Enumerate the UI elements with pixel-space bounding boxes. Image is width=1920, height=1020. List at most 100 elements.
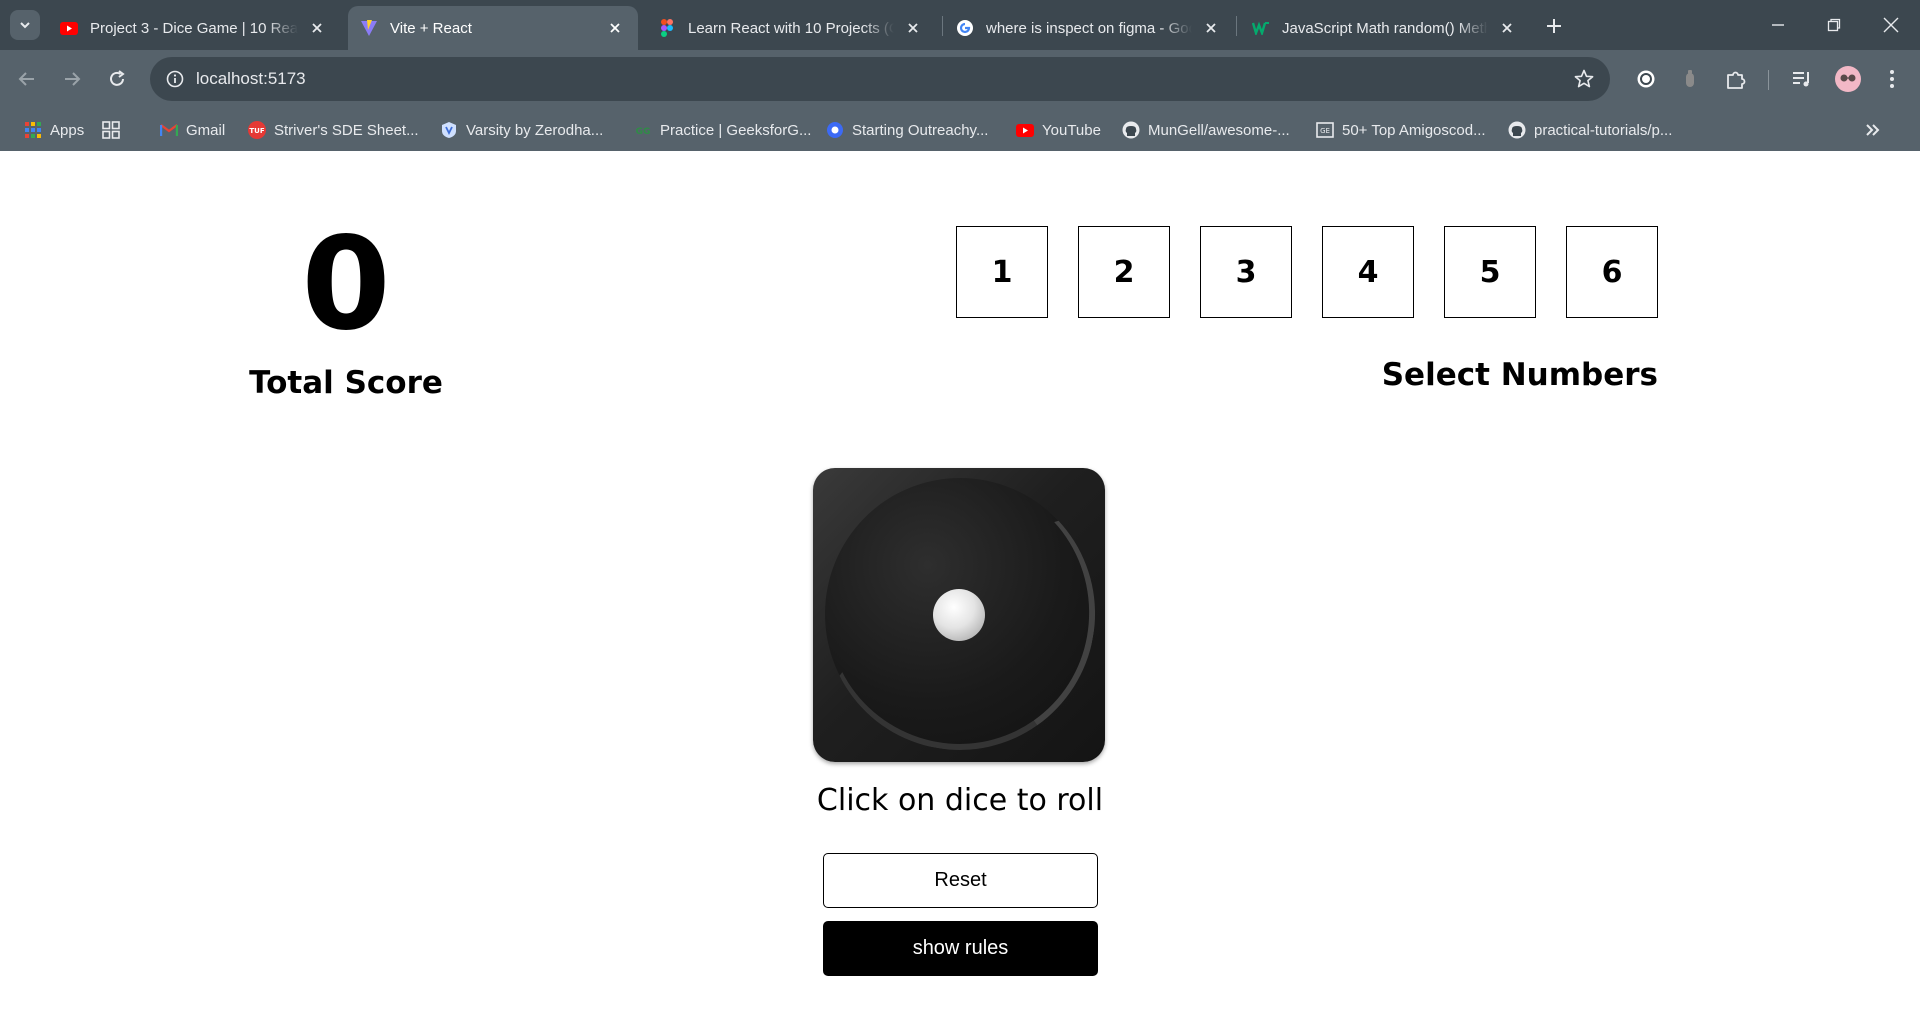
restore-icon <box>1827 18 1841 32</box>
tab-groups-icon <box>102 121 120 139</box>
varsity-icon <box>440 121 458 139</box>
bookmark-label: 50+ Top Amigoscod... <box>1342 121 1486 139</box>
tab-learn-react[interactable]: Learn React with 10 Projects (Co <box>646 6 936 50</box>
chevron-down-icon <box>20 22 30 29</box>
minimize-button[interactable] <box>1758 8 1798 42</box>
number-box-5[interactable]: 5 <box>1444 226 1536 318</box>
github-icon <box>1122 121 1140 139</box>
bookmark-youtube[interactable]: YouTube <box>1016 118 1101 142</box>
bookmark-practical-tutorials[interactable]: practical-tutorials/p... <box>1508 118 1672 142</box>
browser-toolbar: localhost:5173 <box>0 50 1920 108</box>
apps-grid-icon <box>24 121 42 139</box>
svg-text:GG: GG <box>636 127 651 136</box>
bookmark-apps[interactable]: Apps <box>24 118 84 142</box>
plus-icon <box>1547 19 1561 33</box>
bookmark-label: Varsity by Zerodha... <box>466 121 604 139</box>
tuf-icon: TUF <box>248 121 266 139</box>
tab-vite-react[interactable]: Vite + React <box>348 6 638 50</box>
tab-title: Project 3 - Dice Game | 10 React <box>90 19 298 37</box>
dice-pip <box>933 589 985 641</box>
bookmark-label: MunGell/awesome-... <box>1148 121 1290 139</box>
tab-groups-button[interactable] <box>102 118 128 142</box>
github-icon <box>1508 121 1526 139</box>
reload-button[interactable] <box>100 62 134 96</box>
close-icon[interactable] <box>308 19 326 37</box>
bookmark-outreachy[interactable]: Starting Outreachy... <box>826 118 988 142</box>
number-box-6[interactable]: 6 <box>1566 226 1658 318</box>
number-box-1[interactable]: 1 <box>956 226 1048 318</box>
svg-text:TUF: TUF <box>249 127 264 135</box>
tab-js-math-random[interactable]: JavaScript Math random() Meth <box>1240 6 1530 50</box>
close-icon[interactable] <box>1202 19 1220 37</box>
extension-icon[interactable] <box>1632 65 1660 93</box>
url-text[interactable]: localhost:5173 <box>196 69 306 89</box>
kebab-menu-icon[interactable] <box>1878 65 1906 93</box>
toolbar-divider <box>1768 70 1769 90</box>
extension-icon[interactable] <box>1676 65 1704 93</box>
tab-separator <box>1236 16 1237 36</box>
bookmark-geeksforgeeks[interactable]: GG Practice | GeeksforG... <box>634 118 812 142</box>
chevron-double-right-icon <box>1864 121 1882 139</box>
arrow-left-icon <box>18 72 34 86</box>
arrow-right-icon <box>65 72 81 86</box>
bookmark-star-icon[interactable] <box>1572 67 1596 91</box>
close-icon[interactable] <box>606 19 624 37</box>
bookmark-label: Starting Outreachy... <box>852 121 989 139</box>
bookmark-label: YouTube <box>1042 121 1101 139</box>
total-score-label: Total Score <box>249 365 443 401</box>
back-button[interactable] <box>10 62 44 96</box>
vite-icon <box>360 19 378 37</box>
forward-button[interactable] <box>55 62 89 96</box>
w3-icon <box>1252 19 1270 37</box>
amigoscode-icon: GE <box>1316 121 1334 139</box>
total-score-panel: 0 Total Score <box>196 210 496 402</box>
total-score-value: 0 <box>301 210 391 359</box>
tab-title: where is inspect on figma - Goo <box>986 19 1192 37</box>
close-icon[interactable] <box>1498 19 1516 37</box>
bookmark-striver-sheet[interactable]: TUF Striver's SDE Sheet... <box>248 118 419 142</box>
minimize-icon <box>1772 24 1784 26</box>
bookmark-gmail[interactable]: Gmail <box>160 118 225 142</box>
bookmarks-bar: Apps Gmail TUF Striver's SDE Sheet... Va… <box>0 108 1920 248</box>
google-icon <box>956 19 974 37</box>
restore-button[interactable] <box>1814 8 1854 42</box>
bookmark-label: Striver's SDE Sheet... <box>274 121 419 139</box>
close-icon[interactable] <box>904 19 922 37</box>
tab-title: JavaScript Math random() Meth <box>1282 19 1488 37</box>
youtube-icon <box>60 19 78 37</box>
tab-strip: Project 3 - Dice Game | 10 React Vite + … <box>0 0 1920 50</box>
bookmark-amigoscode[interactable]: GE 50+ Top Amigoscod... <box>1316 118 1486 142</box>
address-bar[interactable]: localhost:5173 <box>150 57 1610 101</box>
dice-image[interactable] <box>813 468 1105 762</box>
puzzle-piece-icon[interactable] <box>1722 65 1750 93</box>
tab-title: Learn React with 10 Projects (Co <box>688 19 894 37</box>
svg-text:GE: GE <box>1320 127 1330 135</box>
youtube-icon <box>1016 121 1034 139</box>
reload-icon <box>110 70 125 86</box>
roll-hint-text: Click on dice to roll <box>816 783 1104 818</box>
tab-title: Vite + React <box>390 19 472 37</box>
avatar[interactable] <box>1834 65 1862 93</box>
bookmark-label: practical-tutorials/p... <box>1534 121 1673 139</box>
new-tab-button[interactable] <box>1540 12 1568 40</box>
close-icon <box>1883 17 1899 33</box>
dice-game-page: 0 Total Score 1 2 3 4 5 6 Select Numbers… <box>0 151 1920 1020</box>
number-box-3[interactable]: 3 <box>1200 226 1292 318</box>
more-bookmarks-button[interactable] <box>1864 118 1890 142</box>
figma-icon <box>658 19 676 37</box>
tab-dice-game[interactable]: Project 3 - Dice Game | 10 React <box>48 6 340 50</box>
number-box-2[interactable]: 2 <box>1078 226 1170 318</box>
tab-separator <box>942 16 943 36</box>
bookmark-awesome[interactable]: MunGell/awesome-... <box>1122 118 1290 142</box>
close-window-button[interactable] <box>1871 8 1911 42</box>
media-controls-icon[interactable] <box>1788 65 1816 93</box>
number-box-4[interactable]: 4 <box>1322 226 1414 318</box>
tab-search-button[interactable] <box>10 10 40 40</box>
outreachy-icon <box>826 121 844 139</box>
gfg-icon: GG <box>634 121 652 139</box>
tab-google-search[interactable]: where is inspect on figma - Goo <box>944 6 1234 50</box>
site-info-icon[interactable] <box>164 68 186 90</box>
show-rules-button[interactable]: show rules <box>823 921 1098 976</box>
reset-button[interactable]: Reset <box>823 853 1098 908</box>
bookmark-varsity[interactable]: Varsity by Zerodha... <box>440 118 603 142</box>
